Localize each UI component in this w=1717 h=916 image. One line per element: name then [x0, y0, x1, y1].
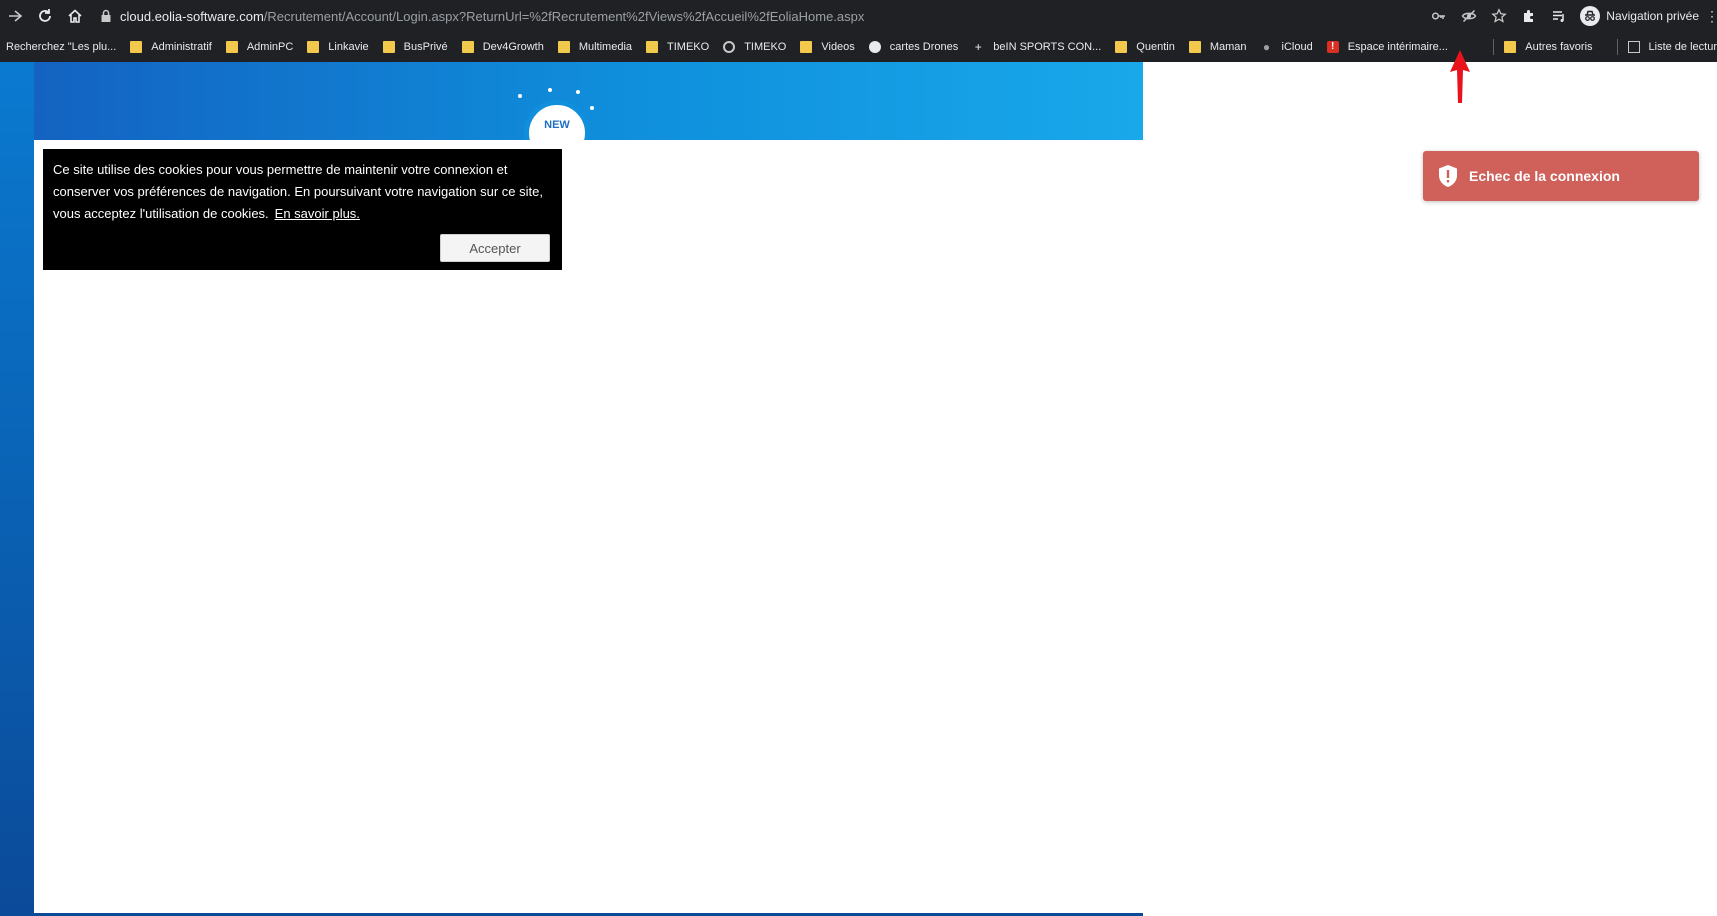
clock-icon — [723, 41, 736, 53]
bookmark-item[interactable]: Linkavie — [307, 41, 369, 53]
bookmark-item[interactable]: Recherchez "Les plu... — [6, 41, 116, 53]
star-icon[interactable] — [1484, 1, 1514, 31]
menu-icon[interactable]: ⋮ — [1705, 8, 1717, 25]
folder-icon — [461, 41, 474, 53]
toast-message: Echec de la connexion — [1469, 168, 1620, 184]
sparkle — [590, 106, 594, 110]
error-toast[interactable]: Echec de la connexion — [1423, 151, 1699, 201]
hero-banner: NEW — [0, 62, 1143, 140]
bookmark-label: beIN SPORTS CON... — [993, 41, 1102, 53]
bookmark-item[interactable]: ● iCloud — [1261, 41, 1313, 53]
shield-alert-icon — [1439, 165, 1457, 187]
sparkle — [548, 88, 552, 92]
folder-icon — [307, 41, 320, 53]
bookmark-label: Multimedia — [578, 41, 633, 53]
annotation-arrow-icon — [1450, 50, 1470, 103]
plus-icon: + — [974, 40, 982, 54]
cookie-text: Ce site utilise des cookies pour vous pe… — [53, 159, 552, 225]
profile-label: Navigation privée — [1606, 9, 1699, 23]
reading-list-icon — [1627, 41, 1640, 53]
bookmark-item[interactable]: + beIN SPORTS CON... — [972, 40, 1102, 54]
bookmarks-right: Autres favoris Liste de lectur — [1475, 32, 1717, 62]
bookmark-separator — [1493, 39, 1495, 55]
reload-icon[interactable] — [30, 1, 60, 31]
bookmark-label: iCloud — [1281, 41, 1313, 53]
bookmark-label: Quentin — [1136, 41, 1175, 53]
bookmark-separator — [1616, 39, 1618, 55]
lock-icon — [101, 9, 111, 22]
bookmark-label: cartes Drones — [889, 41, 959, 53]
sparkle — [576, 90, 580, 94]
profile-button[interactable]: Navigation privée — [1580, 6, 1699, 26]
folder-icon — [646, 41, 659, 53]
reading-list-icon[interactable] — [1544, 1, 1574, 31]
folder-icon — [557, 41, 570, 53]
folder-icon — [225, 41, 238, 53]
bookmark-item[interactable]: ! Espace intérimaire... — [1326, 41, 1448, 53]
folder-icon — [800, 41, 813, 53]
bookmark-label: Maman — [1209, 41, 1247, 53]
bookmarks-list: Recherchez "Les plu... Administratif Admin… — [0, 41, 1462, 53]
url-domain: cloud.eolia-software.com — [120, 8, 264, 24]
bookmark-item[interactable]: Administratif — [130, 41, 212, 53]
browser-toolbar: cloud.eolia-software.com/Recrutement/Acc… — [0, 0, 1717, 32]
bookmark-item[interactable]: TIMEKO — [723, 41, 786, 53]
home-icon[interactable] — [60, 1, 90, 31]
bookmark-item[interactable]: Maman — [1188, 41, 1247, 53]
incognito-icon — [1580, 6, 1601, 26]
folder-icon — [382, 41, 395, 53]
folder-icon — [130, 41, 143, 53]
puzzle-icon[interactable] — [1514, 1, 1544, 31]
bookmark-label: BusPrivé — [403, 41, 448, 53]
key-icon[interactable] — [1424, 1, 1454, 31]
accept-button[interactable]: Accepter — [440, 234, 550, 262]
bookmark-label: TIMEKO — [667, 41, 710, 53]
bookmark-label: Administratif — [151, 41, 212, 53]
bookmark-label: TIMEKO — [744, 41, 787, 53]
address-bar[interactable]: cloud.eolia-software.com/Recrutement/Acc… — [100, 4, 1390, 28]
toolbar-actions: Navigation privée ⋮ — [1424, 0, 1717, 32]
bookmark-item[interactable]: TIMEKO — [646, 41, 709, 53]
bookmark-label: Dev4Growth — [482, 41, 544, 53]
bookmark-item[interactable]: Dev4Growth — [461, 41, 544, 53]
bookmark-other-favorites[interactable]: Autres favoris — [1504, 41, 1593, 53]
eye-off-icon[interactable] — [1454, 1, 1484, 31]
bookmark-item[interactable]: Videos — [800, 41, 855, 53]
folder-icon — [1504, 41, 1517, 53]
folder-icon — [1115, 41, 1128, 53]
bookmark-item[interactable]: cartes Drones — [868, 41, 959, 53]
bookmark-reading-list[interactable]: Liste de lectur — [1627, 41, 1717, 53]
bookmark-label: Recherchez "Les plu... — [6, 41, 117, 53]
url-path: /Recrutement/Account/Login.aspx?ReturnUr… — [263, 8, 865, 24]
bookmark-item[interactable]: Multimedia — [557, 41, 633, 53]
bookmark-item[interactable]: Quentin — [1115, 41, 1175, 53]
apple-icon: ● — [1262, 40, 1271, 54]
bookmark-label: Autres favoris — [1525, 41, 1593, 53]
sparkle — [518, 94, 522, 98]
globe-icon — [868, 41, 881, 53]
alert-icon: ! — [1326, 41, 1339, 53]
bookmark-label: Videos — [821, 41, 855, 53]
folder-icon — [1188, 41, 1201, 53]
bookmark-item[interactable]: AdminPC — [225, 41, 294, 53]
bookmark-label: Espace intérimaire... — [1347, 41, 1448, 53]
badge-text: NEW — [544, 119, 570, 131]
learn-more-link[interactable]: En savoir plus. — [275, 206, 360, 221]
bookmark-label: Liste de lectur — [1648, 41, 1717, 53]
bookmark-label: AdminPC — [246, 41, 294, 53]
page-content: NEW Ce site utilise des cookies pour vou… — [0, 62, 1717, 916]
left-gradient-bar — [0, 62, 34, 916]
new-badge: NEW — [524, 100, 590, 140]
bookmark-item[interactable]: BusPrivé — [382, 41, 448, 53]
cookie-banner: Ce site utilise des cookies pour vous pe… — [43, 149, 562, 270]
bookmark-label: Linkavie — [328, 41, 369, 53]
back-arrow-icon[interactable] — [0, 1, 30, 31]
